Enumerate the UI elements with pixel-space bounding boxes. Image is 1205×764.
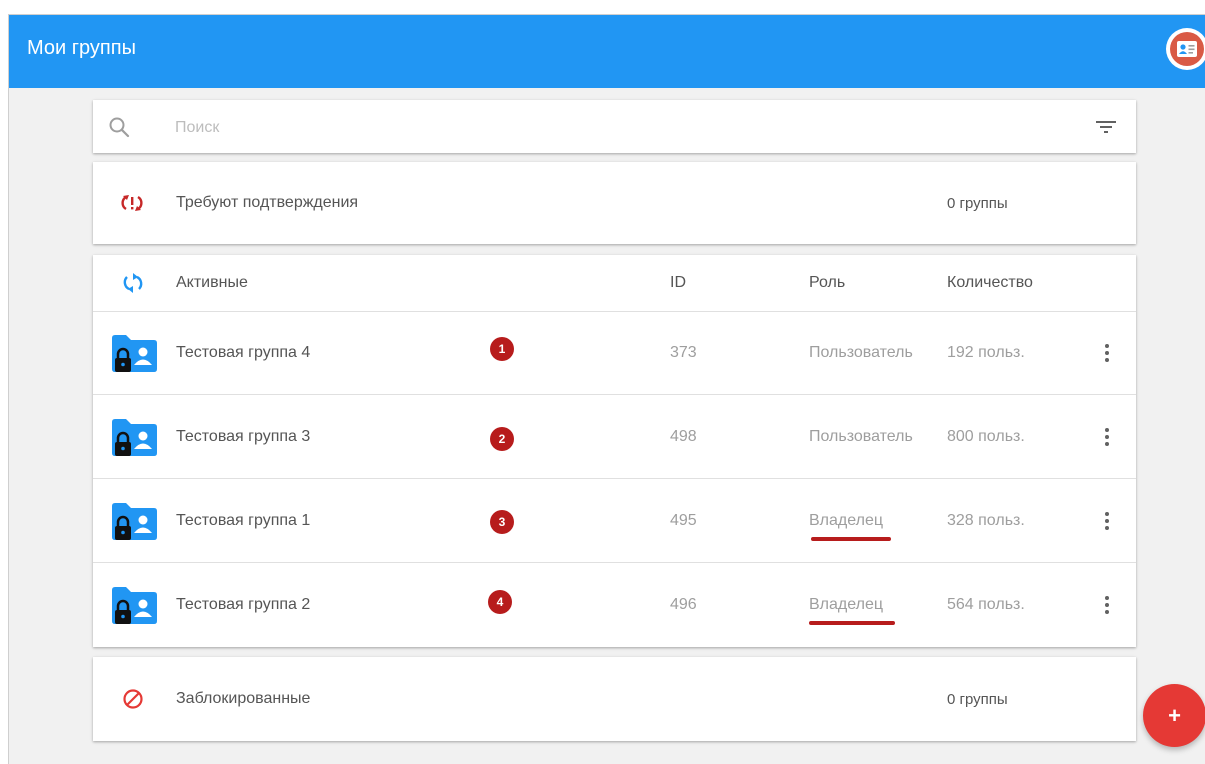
group-id: 496 [670, 596, 697, 613]
more-vert-icon[interactable] [1097, 339, 1117, 367]
filter-icon[interactable] [1093, 115, 1119, 139]
sync-icon [121, 271, 145, 295]
contact-card-icon [1170, 32, 1204, 66]
pending-groups-section[interactable]: Требуют подтверждения 0 группы [93, 162, 1136, 244]
order-badge: 2 [490, 427, 514, 451]
pending-groups-count: 0 группы [947, 195, 1008, 212]
pending-groups-label: Требуют подтверждения [176, 194, 359, 211]
order-badge: 4 [488, 590, 512, 614]
add-group-button[interactable]: + [1143, 684, 1205, 747]
group-role: Пользователь [809, 428, 913, 445]
search-icon [107, 115, 131, 139]
group-id: 498 [670, 428, 697, 445]
group-row[interactable]: Тестовая группа 2 4 496 Владелец 564 пол… [93, 563, 1136, 647]
group-member-count: 192 польз. [947, 344, 1025, 361]
group-member-count: 800 польз. [947, 428, 1025, 445]
app-bar: Мои группы [9, 15, 1205, 88]
group-role: Владелец [809, 512, 884, 529]
group-name: Тестовая группа 1 [176, 512, 311, 529]
more-vert-icon[interactable] [1097, 591, 1117, 619]
search-bar [93, 100, 1136, 153]
column-header-count[interactable]: Количество [947, 274, 1033, 292]
column-header-id[interactable]: ID [670, 274, 686, 292]
active-groups-label: Активные [176, 274, 248, 291]
group-role: Пользователь [809, 344, 913, 361]
blocked-groups-count: 0 группы [947, 691, 1008, 708]
group-name: Тестовая группа 2 [176, 596, 311, 613]
group-name: Тестовая группа 4 [176, 344, 311, 361]
page-title: Мои группы [27, 37, 136, 59]
group-id: 495 [670, 512, 697, 529]
active-groups-header: Активные ID Роль Количество [93, 255, 1136, 312]
group-row[interactable]: Тестовая группа 4 1 373 Пользователь 192… [93, 311, 1136, 395]
blocked-groups-label: Заблокированные [176, 690, 311, 707]
group-id: 373 [670, 344, 697, 361]
locked-group-folder-icon [109, 416, 159, 458]
locked-group-folder-icon [109, 584, 159, 626]
group-row[interactable]: Тестовая группа 3 2 498 Пользователь 800… [93, 395, 1136, 479]
locked-group-folder-icon [109, 332, 159, 374]
order-badge: 3 [490, 510, 514, 534]
account-avatar[interactable] [1166, 28, 1205, 70]
blocked-groups-section[interactable]: Заблокированные 0 группы [93, 657, 1136, 741]
active-groups-section: Активные ID Роль Количество Тестовая гру… [93, 255, 1136, 647]
app-frame: Мои группы Поиск Требуют подтверждения 0… [8, 14, 1205, 764]
group-row[interactable]: Тестовая группа 1 3 495 Владелец 328 пол… [93, 479, 1136, 563]
more-vert-icon[interactable] [1097, 507, 1117, 535]
search-input[interactable] [173, 114, 1057, 142]
more-vert-icon[interactable] [1097, 423, 1117, 451]
column-header-role[interactable]: Роль [809, 274, 845, 292]
order-badge: 1 [490, 337, 514, 361]
block-icon [121, 687, 145, 711]
pending-sync-icon [119, 191, 145, 215]
group-member-count: 564 польз. [947, 596, 1025, 613]
group-name: Тестовая группа 3 [176, 428, 311, 445]
owner-role-underline [811, 537, 891, 541]
group-role: Владелец [809, 596, 884, 613]
group-member-count: 328 польз. [947, 512, 1025, 529]
owner-role-underline [809, 621, 895, 625]
locked-group-folder-icon [109, 500, 159, 542]
